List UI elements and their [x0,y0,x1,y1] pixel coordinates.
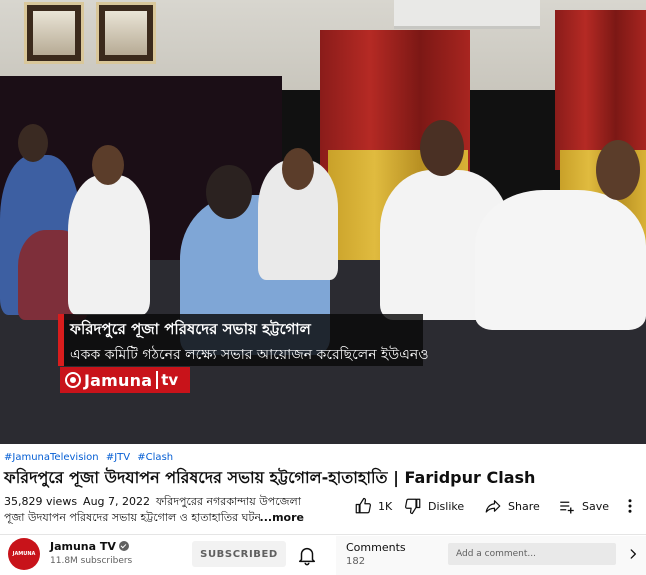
hashtag-list: #JamunaTelevision #JTV #Clash [4,452,177,463]
share-arrow-icon [485,500,501,513]
add-comment-input[interactable] [448,543,616,565]
dislike-label: Dislike [428,499,465,513]
comments-label: Comments [346,541,406,554]
watermark-suffix: tv [156,371,178,389]
channel-watermark: Jamuna tv [60,367,190,393]
save-button[interactable]: Save [558,497,609,515]
save-plus-icon [560,501,574,514]
subscribed-button[interactable]: SUBSCRIBED [192,541,286,567]
more-actions-button[interactable] [622,497,638,515]
verified-check-icon [118,541,129,551]
share-label: Share [508,499,540,513]
lower-third-accent [58,314,64,366]
hashtag-link[interactable]: #JTV [106,452,130,463]
watermark-name: Jamuna [84,370,153,390]
channel-avatar[interactable]: JAMUNA [8,538,40,570]
upload-date: Aug 7, 2022 [83,495,151,508]
show-more-link[interactable]: ...more [260,510,304,526]
share-button[interactable]: Share [484,497,540,515]
subscriber-count: 11.8M subscribers [50,556,133,566]
lower-third-headline: ফরিদপুরে পূজা পরিষদের সভায় হট্টগোল [70,320,311,338]
dislike-button[interactable]: Dislike [404,497,464,515]
hashtag-link[interactable]: #Clash [137,452,173,463]
view-count: 35,829 views [4,495,78,508]
channel-name-link[interactable]: Jamuna TV [50,540,129,553]
avatar-logo-text: JAMUNA [12,551,36,557]
thumbs-up-icon [355,497,371,514]
description-line-2: পূজা উদযাপন পরিষদের সভায় হট্টগোল ও হাতা… [4,511,260,524]
description-box[interactable]: 35,829 views Aug 7, 2022 ফরিদপুরের নগরকান্… [4,494,304,526]
like-count: 1K [378,499,393,513]
more-vertical-icon [628,499,632,513]
bell-icon[interactable] [296,544,318,566]
hashtag-link[interactable]: #JamunaTelevision [4,452,99,463]
lower-third-subline: একক কমিটি গঠনের লক্ষ্যে সভার আয়োজন করেছ… [70,347,429,363]
jamuna-logo-icon [65,372,81,388]
like-button[interactable]: 1K [354,497,392,515]
video-player[interactable]: ফরিদপুরে পূজা পরিষদের সভায় হট্টগোল একক … [0,0,646,444]
divider [0,534,646,535]
video-title: ফরিদপুরে পূজা উদযাপন পরিষদের সভায় হট্টগ… [4,468,536,487]
thumbs-down-icon [405,498,421,515]
comments-count: 182 [346,556,366,567]
description-line-1: ফরিদপুরের নগরকান্দায় উপজেলা [156,495,301,508]
chevron-right-icon[interactable] [626,547,640,561]
channel-name: Jamuna TV [50,540,116,553]
save-label: Save [582,499,610,513]
